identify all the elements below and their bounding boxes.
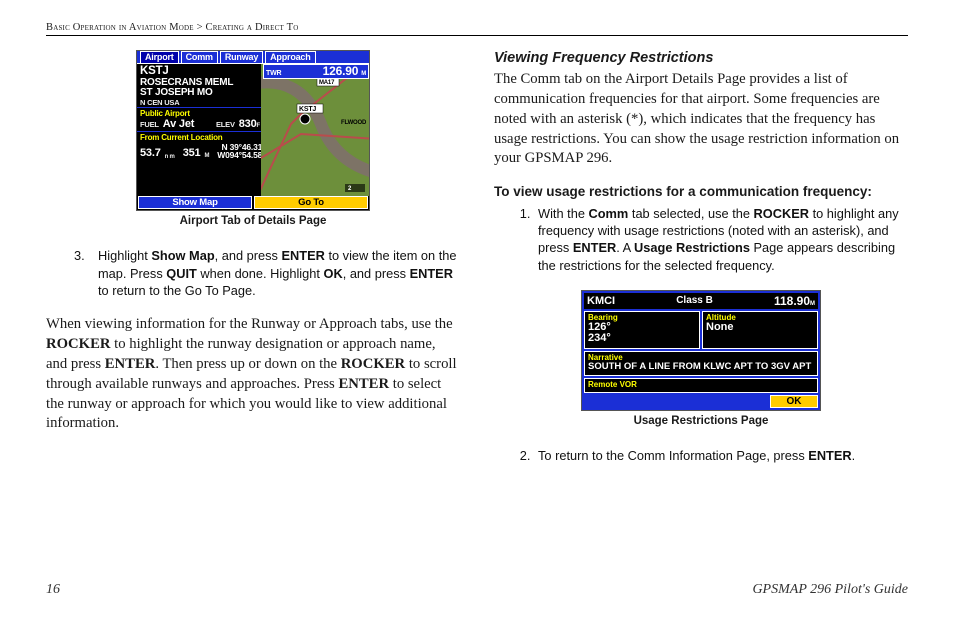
- step-3: Highlight Show Map, and press ENTER to v…: [94, 247, 460, 299]
- airport-details-screenshot: Airport Comm Runway Approach KSTJ ROSECR…: [136, 50, 370, 211]
- breadcrumb-sub: Creating a Direct To: [206, 22, 299, 33]
- svg-text:MA17: MA17: [319, 80, 335, 86]
- tab-approach: Approach: [265, 51, 315, 63]
- d2-ok-button: OK: [770, 395, 818, 408]
- svg-text:FLWOOD: FLWOOD: [341, 120, 367, 126]
- airport-ident: KSTJ: [140, 65, 260, 77]
- right-column: Viewing Frequency Restrictions The Comm …: [494, 50, 908, 480]
- device-tabs: Airport Comm Runway Approach: [137, 51, 369, 64]
- distance-value: 53.7: [140, 148, 161, 160]
- bearing-value: 351: [183, 148, 201, 160]
- step-list-right-2: To return to the Comm Information Page, …: [494, 447, 908, 464]
- elev-label: ELEV: [216, 121, 235, 129]
- d2-ident: KMCI: [587, 295, 615, 307]
- breadcrumb-section: Basic Operation in Aviation Mode: [46, 22, 194, 33]
- map-apt-label: KSTJ: [299, 106, 316, 113]
- go-to-button: Go To: [254, 196, 368, 209]
- d2-header: KMCI Class B 118.90M: [584, 293, 818, 309]
- subheading-viewing-freq: Viewing Frequency Restrictions: [494, 50, 908, 66]
- guide-title: GPSMAP 296 Pilot's Guide: [752, 582, 908, 598]
- airport-name-2: ST JOSEPH MO: [140, 88, 260, 99]
- body-paragraph-left: When viewing information for the Runway …: [46, 315, 460, 434]
- fuel-label: FUEL: [140, 121, 159, 129]
- caption-airport-tab: Airport Tab of Details Page: [46, 215, 460, 227]
- device-map: KSTJ MA17 FLWOOD 2: [261, 64, 369, 196]
- step-list-left: Highlight Show Map, and press ENTER to v…: [46, 247, 460, 299]
- d2-narrative-box: Narrative SOUTH OF A LINE FROM KLWC APT …: [584, 351, 818, 376]
- step-1: With the Comm tab selected, use the ROCK…: [534, 205, 908, 274]
- d2-freq: 118.90: [774, 294, 810, 308]
- freq-box: TWR 126.90M: [263, 64, 369, 79]
- airport-region: N CEN USA: [140, 99, 260, 107]
- step-2: To return to the Comm Information Page, …: [534, 447, 908, 464]
- body-paragraph-right: The Comm tab on the Airport Details Page…: [494, 70, 908, 169]
- tab-runway: Runway: [220, 51, 263, 63]
- device-info-panel: KSTJ ROSECRANS MEML ST JOSEPH MO N CEN U…: [137, 64, 263, 196]
- tab-airport: Airport: [140, 51, 179, 63]
- d2-vor-box: Remote VOR: [584, 378, 818, 393]
- d2-class: Class B: [676, 295, 713, 306]
- usage-restrictions-screenshot: KMCI Class B 118.90M Bearing 126° 234° A…: [581, 290, 821, 411]
- elev-value: 830: [235, 119, 257, 131]
- show-map-button: Show Map: [138, 196, 252, 209]
- breadcrumb-sep: >: [197, 22, 203, 33]
- step-list-right: With the Comm tab selected, use the ROCK…: [494, 205, 908, 274]
- fuel-value: Av Jet: [159, 119, 216, 131]
- breadcrumb: Basic Operation in Aviation Mode > Creat…: [46, 22, 908, 36]
- freq-value: 126.90: [323, 65, 359, 78]
- procedure-title: To view usage restrictions for a communi…: [494, 183, 908, 201]
- map-svg: KSTJ MA17 FLWOOD 2: [261, 64, 369, 196]
- tab-comm: Comm: [181, 51, 218, 63]
- left-column: Airport Comm Runway Approach KSTJ ROSECR…: [46, 50, 460, 480]
- d2-altitude-box: Altitude None: [702, 311, 818, 349]
- page-footer: 16 GPSMAP 296 Pilot's Guide: [46, 582, 908, 598]
- caption-usage-restrictions: Usage Restrictions Page: [494, 415, 908, 427]
- page-number: 16: [46, 582, 60, 598]
- d2-bearing-box: Bearing 126° 234°: [584, 311, 700, 349]
